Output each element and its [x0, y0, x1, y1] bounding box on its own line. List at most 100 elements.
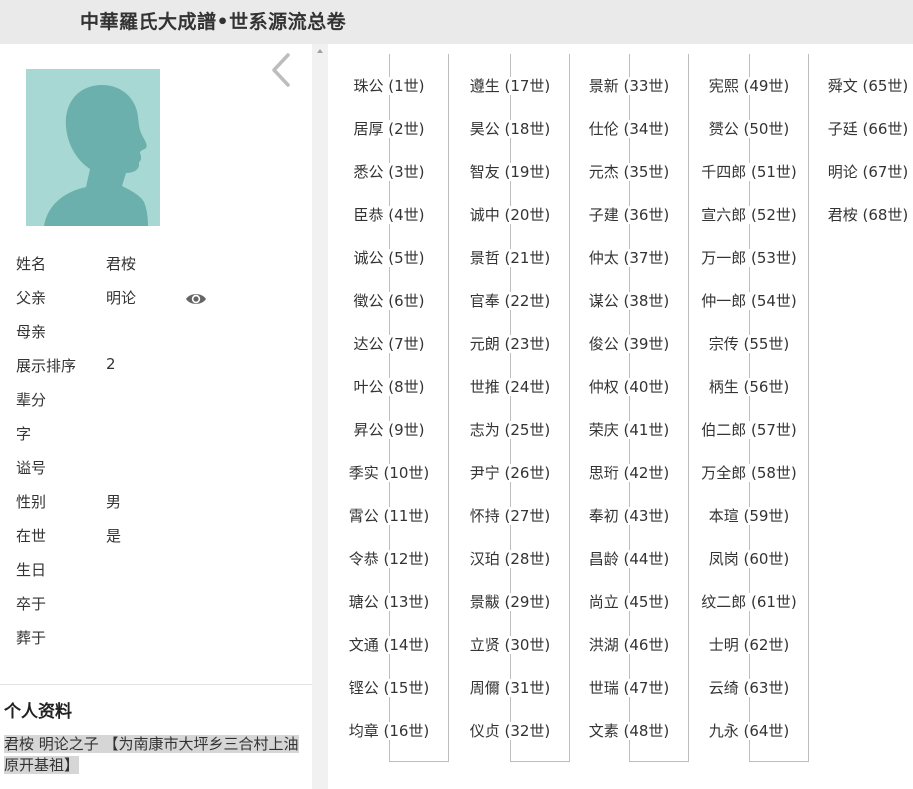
- generation-entry[interactable]: 居厚 (2世): [352, 120, 426, 138]
- generation-entry[interactable]: 纹二郎 (61世): [700, 593, 798, 611]
- generation-entry[interactable]: 万一郎 (53世): [700, 249, 798, 267]
- generation-entry[interactable]: 本瑄 (59世): [707, 507, 791, 525]
- generation-entry[interactable]: 叶公 (8世): [352, 378, 426, 396]
- generation-entry[interactable]: 诚公 (5世): [352, 249, 426, 267]
- generation-entry[interactable]: 君桉 (68世): [826, 206, 910, 224]
- info-value: 明论: [106, 289, 137, 307]
- bio-text: 君桉 明论之子 【为南康市大坪乡三合村上油原开基祖】: [4, 734, 310, 776]
- generation-entry[interactable]: 悉公 (3世): [352, 163, 426, 181]
- generation-entry[interactable]: 景黻 (29世): [468, 593, 552, 611]
- chevron-left-icon: [272, 53, 290, 87]
- generation-entry[interactable]: 仲太 (37世): [587, 249, 671, 267]
- back-button[interactable]: [268, 52, 298, 88]
- generation-entry[interactable]: 珠公 (1世): [352, 77, 426, 95]
- divider: [0, 684, 312, 685]
- generation-entry[interactable]: 文素 (48世): [587, 722, 671, 740]
- generation-entry[interactable]: 柄生 (56世): [707, 378, 791, 396]
- generation-entry[interactable]: 凤岗 (60世): [707, 550, 791, 568]
- view-father-button[interactable]: [185, 291, 207, 305]
- generation-entry[interactable]: 立贤 (30世): [468, 636, 552, 654]
- avatar: [26, 69, 160, 226]
- generation-entry[interactable]: 周儞 (31世): [468, 679, 552, 697]
- generation-entry[interactable]: 志为 (25世): [468, 421, 552, 439]
- generation-entry[interactable]: 昊公 (18世): [468, 120, 552, 138]
- vertical-scrollbar[interactable]: [312, 44, 328, 789]
- person-silhouette-icon: [26, 69, 160, 226]
- generation-entry[interactable]: 令恭 (12世): [347, 550, 431, 568]
- generation-entry[interactable]: 铿公 (15世): [347, 679, 431, 697]
- generation-entry[interactable]: 子建 (36世): [587, 206, 671, 224]
- app-header: 中華羅氏大成譜•世系源流总卷: [0, 0, 913, 44]
- generation-entry[interactable]: 霄公 (11世): [347, 507, 431, 525]
- generation-entry[interactable]: 元朗 (23世): [468, 335, 552, 353]
- generation-entry[interactable]: 宪熙 (49世): [707, 77, 791, 95]
- generation-entry[interactable]: 九永 (64世): [707, 722, 791, 740]
- generation-entry[interactable]: 达公 (7世): [352, 335, 426, 353]
- info-label: 母亲: [16, 323, 47, 341]
- generation-entry[interactable]: 仲权 (40世): [587, 378, 671, 396]
- generation-entry[interactable]: 智友 (19世): [468, 163, 552, 181]
- generation-entry[interactable]: 诚中 (20世): [468, 206, 552, 224]
- bio-highlight: 君桉 明论之子 【为南康市大坪乡三合村上油原开基祖】: [4, 735, 299, 774]
- info-label: 字: [16, 425, 32, 443]
- generation-entry[interactable]: 文通 (14世): [347, 636, 431, 654]
- generation-entry[interactable]: 昇公 (9世): [352, 421, 426, 439]
- generation-entry[interactable]: 元杰 (35世): [587, 163, 671, 181]
- generation-entry[interactable]: 瑭公 (13世): [347, 593, 431, 611]
- generation-entry[interactable]: 仪贞 (32世): [468, 722, 552, 740]
- generation-entry[interactable]: 云绮 (63世): [707, 679, 791, 697]
- info-value: 君桉: [106, 255, 137, 273]
- info-label: 展示排序: [16, 357, 77, 375]
- lineage-column-bracket: [629, 54, 689, 762]
- generation-entry[interactable]: 万全郎 (58世): [700, 464, 798, 482]
- info-label: 谥号: [16, 459, 47, 477]
- info-label: 父亲: [16, 289, 47, 307]
- info-label: 性别: [16, 493, 47, 511]
- lineage-column-bracket: [749, 54, 809, 762]
- generation-entry[interactable]: 洪湖 (46世): [587, 636, 671, 654]
- scroll-up-arrow-icon[interactable]: [317, 49, 323, 53]
- generation-entry[interactable]: 仲一郎 (54世): [700, 292, 798, 310]
- generation-entry[interactable]: 徵公 (6世): [352, 292, 426, 310]
- info-label: 在世: [16, 527, 47, 545]
- generation-entry[interactable]: 臣恭 (4世): [352, 206, 426, 224]
- lineage-column-bracket: [510, 54, 570, 762]
- generation-entry[interactable]: 子廷 (66世): [826, 120, 910, 138]
- generation-entry[interactable]: 昌龄 (44世): [587, 550, 671, 568]
- generation-entry[interactable]: 俊公 (39世): [587, 335, 671, 353]
- info-label: 生日: [16, 561, 47, 579]
- generation-entry[interactable]: 舜文 (65世): [826, 77, 910, 95]
- generation-entry[interactable]: 尹宁 (26世): [468, 464, 552, 482]
- generation-entry[interactable]: 遵生 (17世): [468, 77, 552, 95]
- lineage-panel: 珠公 (1世) 居厚 (2世) 悉公 (3世) 臣恭 (4世) 诚公 (5世) 徵公 (6…: [312, 44, 913, 789]
- generation-entry[interactable]: 士明 (62世): [707, 636, 791, 654]
- info-value: 2: [106, 355, 116, 373]
- generation-entry[interactable]: 伯二郎 (57世): [700, 421, 798, 439]
- info-label: 辈分: [16, 391, 47, 409]
- generation-entry[interactable]: 谋公 (38世): [587, 292, 671, 310]
- generation-entry[interactable]: 官奉 (22世): [468, 292, 552, 310]
- generation-entry[interactable]: 景哲 (21世): [468, 249, 552, 267]
- info-value: 是: [106, 527, 122, 545]
- info-label: 葬于: [16, 629, 47, 647]
- generation-entry[interactable]: 世瑞 (47世): [587, 679, 671, 697]
- generation-entry[interactable]: 仕伦 (34世): [587, 120, 671, 138]
- generation-entry[interactable]: 均章 (16世): [347, 722, 431, 740]
- generation-entry[interactable]: 赟公 (50世): [707, 120, 791, 138]
- generation-entry[interactable]: 千四郎 (51世): [700, 163, 798, 181]
- generation-entry[interactable]: 尚立 (45世): [587, 593, 671, 611]
- generation-entry[interactable]: 怀持 (27世): [468, 507, 552, 525]
- eye-icon: [186, 294, 206, 304]
- generation-entry[interactable]: 汉珀 (28世): [468, 550, 552, 568]
- generation-entry[interactable]: 世推 (24世): [468, 378, 552, 396]
- generation-entry[interactable]: 季实 (10世): [347, 464, 431, 482]
- generation-entry[interactable]: 荣庆 (41世): [587, 421, 671, 439]
- generation-entry[interactable]: 宗传 (55世): [707, 335, 791, 353]
- generation-entry[interactable]: 明论 (67世): [826, 163, 910, 181]
- section-title-personal-info: 个人资料: [4, 702, 72, 722]
- generation-entry[interactable]: 景新 (33世): [587, 77, 671, 95]
- generation-entry[interactable]: 奉初 (43世): [587, 507, 671, 525]
- generation-entry[interactable]: 宣六郎 (52世): [700, 206, 798, 224]
- profile-panel: 姓名 君桉 父亲 明论 母亲 展示排序 2 辈分 字 谥号 性别 男 在世 是: [0, 44, 312, 789]
- generation-entry[interactable]: 思珩 (42世): [587, 464, 671, 482]
